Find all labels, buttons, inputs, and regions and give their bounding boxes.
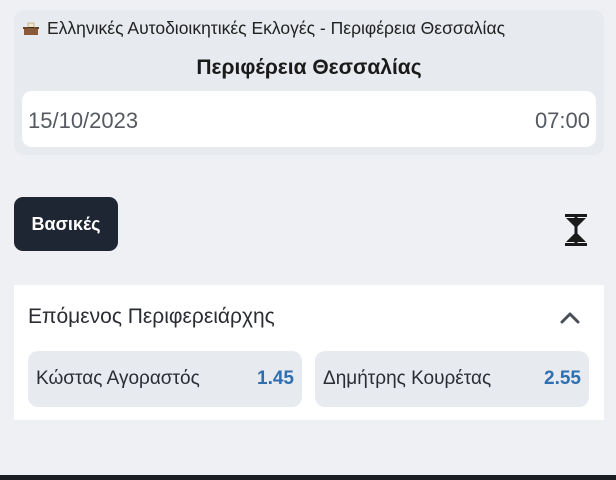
market-panel: Επόμενος Περιφερειάρχης Κώστας Αγοραστός… [14,285,604,420]
competition-row[interactable]: Ελληνικές Αυτοδιοικητικές Εκλογές - Περι… [22,18,505,39]
competition-name: Ελληνικές Αυτοδιοικητικές Εκλογές - Περι… [47,18,505,38]
collapse-all-button[interactable] [560,210,592,250]
filter-chip-basic[interactable]: Βασικές [14,197,118,251]
outcome-odds: 2.55 [544,368,581,389]
outcome-name: Κώστας Αγοραστός [36,368,200,389]
ballot-box-icon [22,22,40,36]
outcome-button-2[interactable]: Δημήτρης Κουρέτας 2.55 [315,351,589,407]
outcome-name: Δημήτρης Κουρέτας [323,368,492,389]
event-datetime: 15/10/2023 07:00 [22,91,596,147]
event-time: 07:00 [534,108,590,133]
event-title: Περιφέρεια Θεσσαλίας [196,56,422,79]
event-date: 15/10/2023 [28,108,139,133]
event-header: Ελληνικές Αυτοδιοικητικές Εκλογές - Περι… [14,10,604,155]
filter-chip-label: Βασικές [31,213,101,234]
collapse-all-icon [565,214,587,246]
system-nav-bar [0,475,616,480]
outcome-button-1[interactable]: Κώστας Αγοραστός 1.45 [28,351,302,407]
chevron-up-icon[interactable] [558,307,582,327]
outcome-odds: 1.45 [257,368,294,389]
market-title[interactable]: Επόμενος Περιφερειάρχης [28,305,275,329]
